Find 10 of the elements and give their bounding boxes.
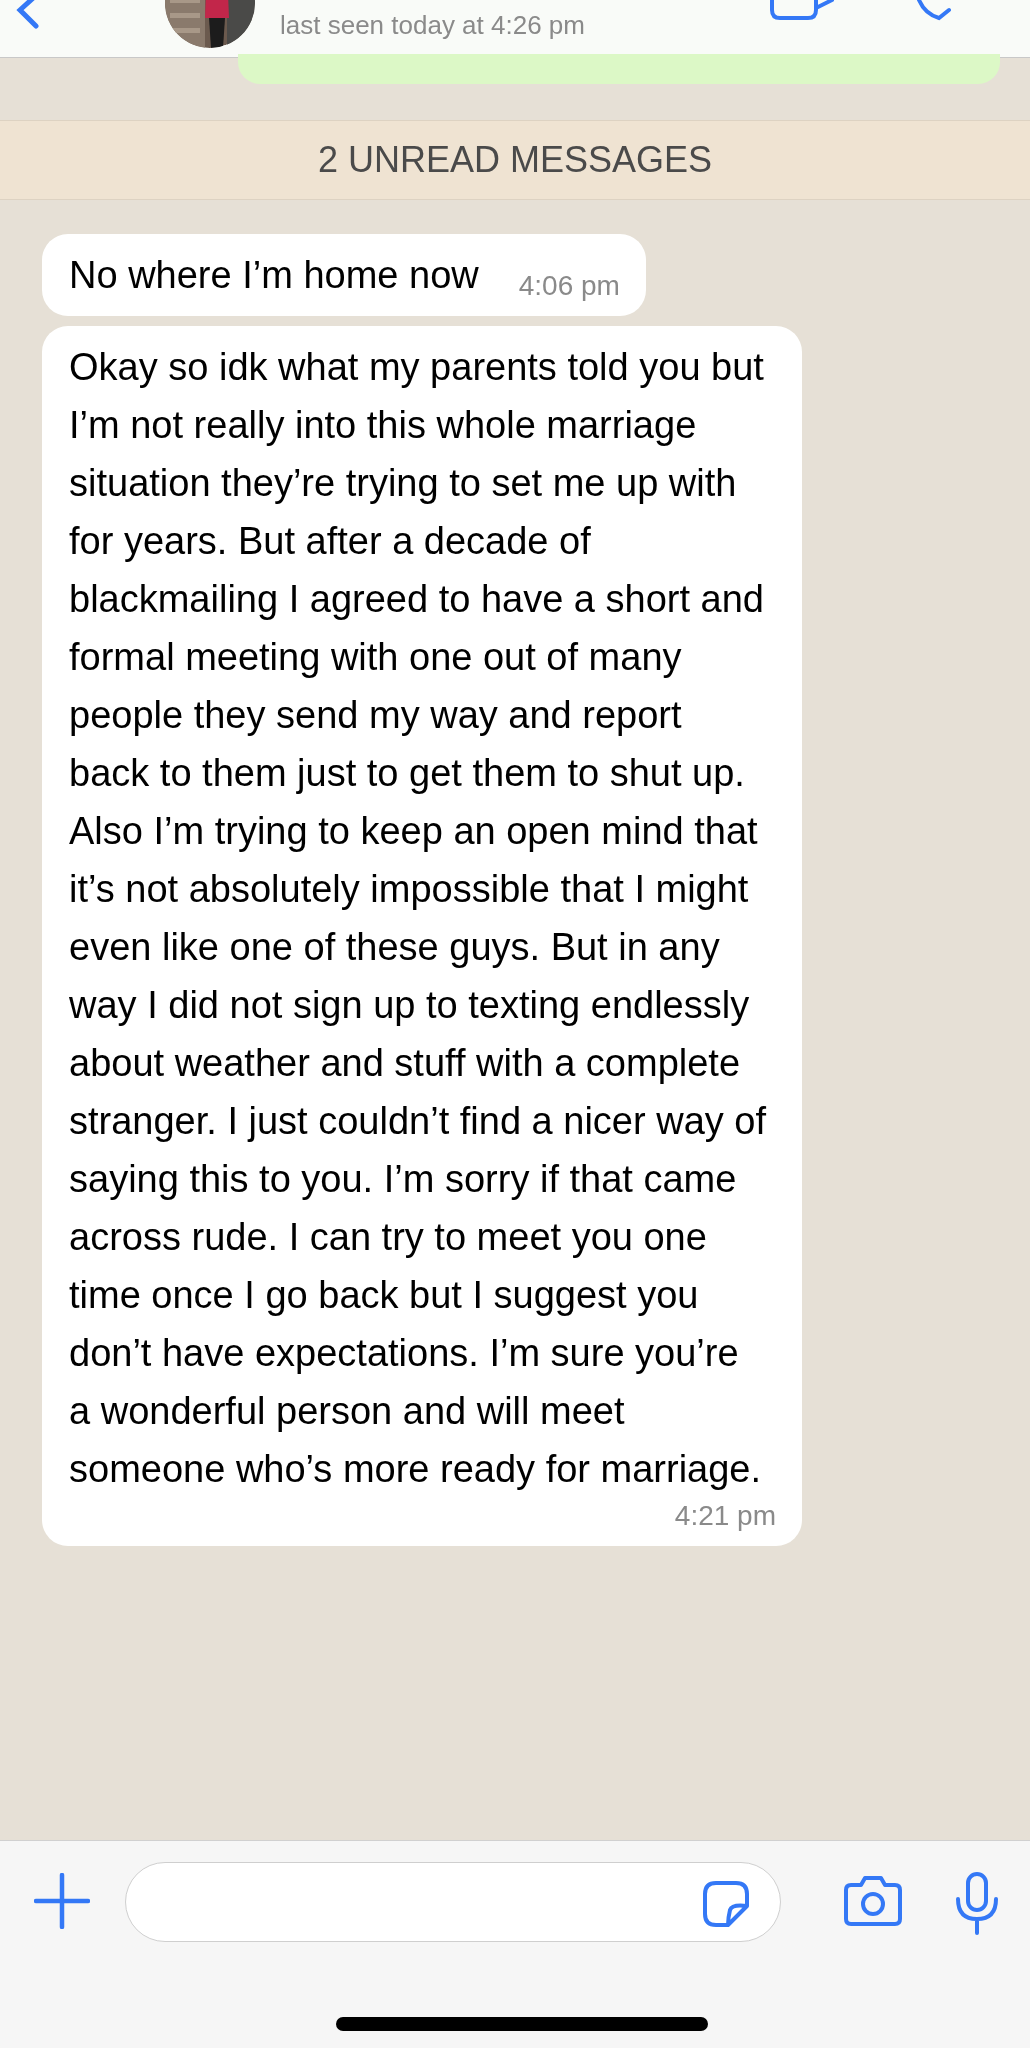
- microphone-icon[interactable]: [954, 1871, 1000, 1935]
- last-seen-status: last seen today at 4:26 pm: [280, 9, 585, 42]
- sticker-icon[interactable]: [702, 1880, 750, 1928]
- unread-banner: 2 UNREAD MESSAGES: [0, 120, 1030, 200]
- plus-icon[interactable]: [34, 1873, 90, 1929]
- camera-icon[interactable]: [843, 1875, 903, 1927]
- message-time: 4:21 pm: [673, 1499, 776, 1533]
- message-time: 4:06 pm: [517, 269, 620, 303]
- message-text: No where I’m home now: [69, 253, 479, 298]
- message-text: Okay so idk what my parents told you but I’m not really into this whole marriage situation they’re trying to set me up with for years. But after a decade of blackmailing I agreed to have a short and formal meeting with one out of many people they send my way and report back to them just to get them to shut up. Also I’m trying to keep an open mind that it’s not absolutely impossible that I might even like one of these guys. But in any way I did not sign up to texting endlessly about weather and stuff with a complete stranger. I just couldn’t find a nicer way of saying this to you. I’m sorry if that came across rude. I can try to meet you one time once I go back but I suggest you don’t have expectations. I’m sure you’re a wonderful person and will meet someone who’s more ready for marriage.: [69, 345, 768, 1492]
